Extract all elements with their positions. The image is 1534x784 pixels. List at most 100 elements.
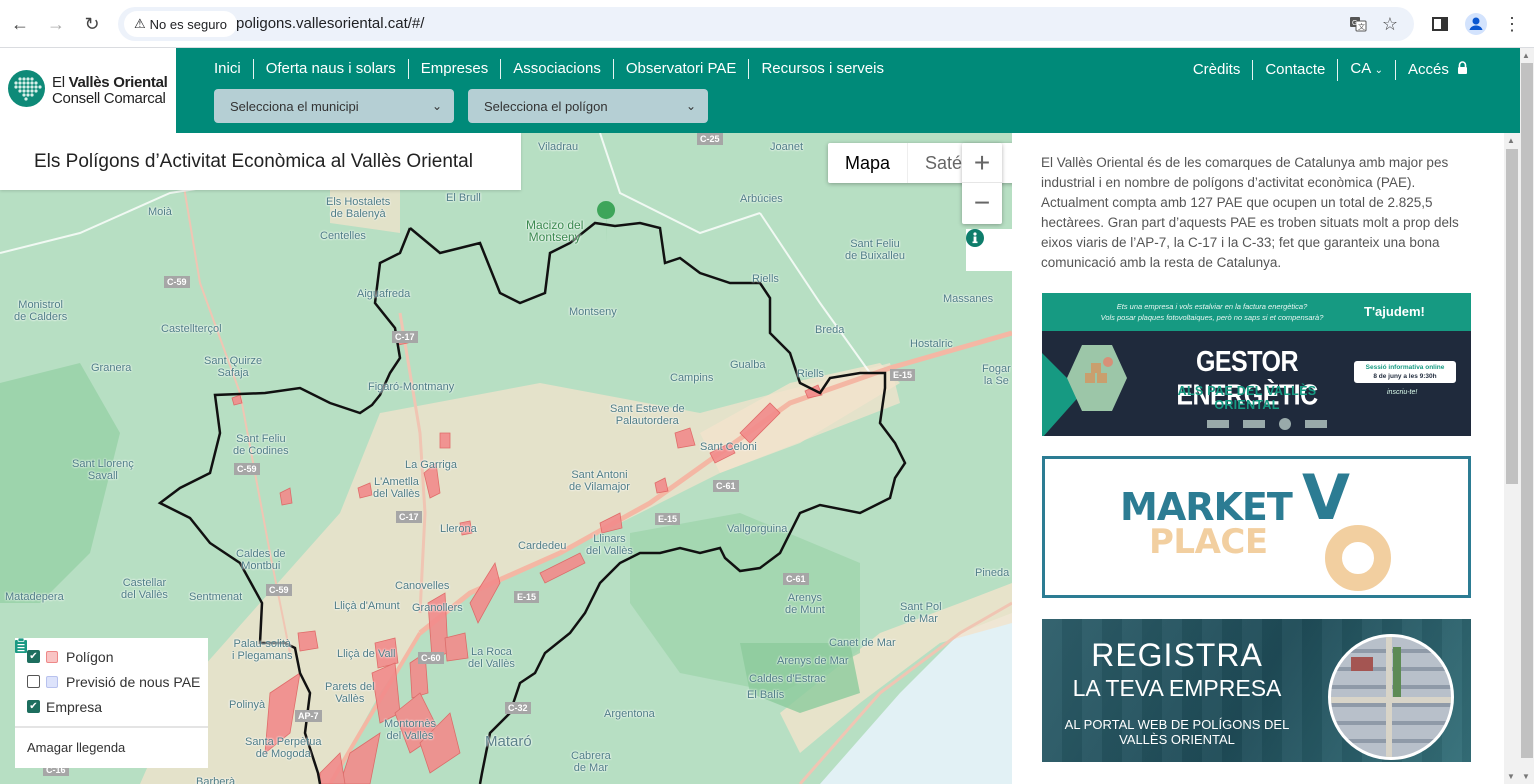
registra-empresa-banner[interactable]: REGISTRA LA TEVA EMPRESA AL PORTAL WEB D… — [1042, 619, 1471, 762]
local-road — [759, 212, 871, 374]
place-label: Breda — [815, 324, 845, 336]
poligon-select-value: Selecciona el polígon — [484, 98, 608, 114]
nav-access[interactable]: Accés — [1394, 60, 1480, 80]
banner3-line4: VALLÈS ORIENTAL — [1119, 732, 1235, 747]
kebab-menu-icon[interactable]: ⋮ — [1500, 12, 1524, 36]
place-label-line: Castellar — [122, 577, 167, 589]
svg-text:文: 文 — [1358, 22, 1365, 31]
poi-marker — [597, 201, 616, 243]
info-button[interactable] — [966, 229, 1012, 271]
forest-area — [0, 363, 120, 603]
scroll-down-icon[interactable]: ▼ — [1507, 772, 1515, 781]
legend-item-empresa[interactable]: ✔ Empresa — [15, 639, 208, 719]
secondary-menu: Crèdits Contacte CA ⌄ Accés — [1185, 59, 1480, 81]
panel-scrollbar[interactable]: ▲ ▼ — [1504, 133, 1520, 784]
scroll-up-icon[interactable]: ▲ — [1522, 51, 1530, 60]
reload-icon[interactable]: ↻ — [80, 12, 104, 36]
marketplace-banner[interactable]: MARKET PLACE V — [1042, 456, 1471, 598]
banner-questions: Ets una empresa i vols estalviar en la f… — [1082, 301, 1342, 323]
nav-recursos[interactable]: Recursos i serveis — [748, 59, 896, 79]
security-label: No es seguro — [149, 16, 227, 32]
scroll-up-icon[interactable]: ▲ — [1507, 136, 1515, 145]
place-label-line: Fogar — [982, 363, 1011, 375]
place-label: Montornès del Vallès — [384, 718, 436, 742]
hide-legend-button[interactable]: Amagar llegenda — [15, 638, 208, 766]
sponsor-logos — [1192, 418, 1342, 430]
checkbox-checked[interactable]: ✔ — [27, 650, 40, 663]
place-label-line: Monistrol — [18, 299, 63, 311]
place-label-line: Sant Antoni — [571, 469, 628, 481]
checkbox-checked[interactable]: ✔ — [27, 700, 40, 713]
banner3-subtitle: AL PORTAL WEB DE POLÍGONS DEL VALLÈS ORI… — [1042, 717, 1312, 747]
place-label-line: Parets del — [325, 681, 375, 693]
security-chip[interactable]: ⚠ No es seguro — [124, 11, 237, 37]
place-label: La Roca del Vallès — [468, 646, 515, 670]
place-label: Fogar la Se — [982, 363, 1011, 387]
place-label-line: de Mar — [573, 762, 608, 774]
info-panel: El Vallès Oriental és de les comarques d… — [1012, 133, 1504, 784]
profile-icon[interactable] — [1464, 12, 1488, 36]
scroll-down-icon[interactable]: ▼ — [1522, 772, 1530, 781]
gestor-energetic-banner[interactable]: Ets una empresa i vols estalviar en la f… — [1042, 293, 1471, 436]
zoom-out-button[interactable]: − — [962, 183, 1002, 223]
sidepanel-icon[interactable] — [1428, 12, 1452, 36]
star-icon[interactable]: ☆ — [1380, 14, 1400, 34]
page-scrollbar[interactable]: ▲ ▼ — [1520, 48, 1534, 784]
road-shield: C-25 — [697, 133, 723, 145]
local-road — [599, 133, 761, 235]
municipi-select[interactable]: Selecciona el municipi ⌄ — [214, 89, 454, 123]
poligon-select[interactable]: Selecciona el polígon ⌄ — [468, 89, 708, 123]
place-label: El Brull — [446, 192, 481, 204]
map-canvas[interactable]: Viladrau Joanet Moià Els Hostalets de Bal… — [0, 133, 1012, 784]
forward-icon[interactable]: → — [44, 12, 68, 36]
place-label: Mataró — [485, 733, 532, 750]
place-label: Cabrera de Mar — [571, 750, 611, 774]
place-label-line: Vallès — [335, 693, 365, 705]
logo[interactable]: El Vallès Oriental Consell Comarcal — [0, 48, 176, 133]
place-label-line: Cabrera — [571, 750, 611, 762]
nav-oferta[interactable]: Oferta naus i solars — [252, 59, 408, 79]
place-label: Viladrau — [538, 141, 579, 153]
translate-icon[interactable]: G文 — [1348, 14, 1368, 34]
place-label: Sant Pol de Mar — [900, 601, 942, 625]
road-shield: C-17 — [392, 331, 418, 343]
top-nav-bar: Inici Oferta naus i solars Empreses Asso… — [176, 48, 1520, 133]
forecast-swatch-icon — [46, 675, 58, 688]
place-label-line: de Calders — [14, 311, 68, 323]
banner3-line3: AL PORTAL WEB DE POLÍGONS DEL — [1064, 717, 1290, 732]
place-label-line: Montornès — [384, 718, 436, 730]
place-label-line: de Buixalleu — [845, 250, 905, 262]
nav-contact[interactable]: Contacte — [1252, 60, 1337, 80]
road-shield: C-59 — [266, 584, 292, 596]
place-label: Monistrol de Calders — [14, 299, 67, 323]
nav-associacions[interactable]: Associacions — [500, 59, 613, 79]
place-label-line: La Roca — [470, 646, 512, 658]
svg-text:G: G — [1352, 20, 1357, 27]
back-icon[interactable]: ← — [8, 12, 32, 36]
place-label: Sant Antoni de Vilamajor — [569, 469, 630, 493]
zoom-in-button[interactable]: + — [962, 143, 1002, 183]
place-label-line: Safaja — [217, 367, 249, 379]
nav-credits[interactable]: Crèdits — [1185, 60, 1253, 80]
language-selector[interactable]: CA ⌄ — [1337, 59, 1395, 81]
place-label-line: Sant Feliu — [236, 433, 286, 445]
place-label-line: Caldes de — [236, 548, 286, 560]
legend-item-poligon[interactable]: ✔ Polígon — [15, 644, 208, 669]
nav-empreses[interactable]: Empreses — [407, 59, 501, 79]
banner3-line1: REGISTRA — [1091, 637, 1263, 673]
legend-item-previsio[interactable]: Previsió de nous PAE — [15, 669, 208, 694]
url-text[interactable]: poligons.vallesoriental.cat/#/ — [236, 15, 424, 32]
session-date: 8 de juny a les 9:30h — [1373, 373, 1437, 380]
checkbox-unchecked[interactable] — [27, 675, 40, 688]
address-bar[interactable]: ⚠ No es seguro poligons.vallesoriental.c… — [118, 7, 1414, 41]
legend-label: Empresa — [46, 698, 103, 715]
map-type-map-button[interactable]: Mapa — [828, 143, 909, 183]
place-label-line: Els Hostalets — [326, 196, 391, 208]
place-label-line: Sant Pol — [900, 601, 942, 613]
place-label-line: Sant Feliu — [850, 238, 900, 250]
nav-observatori[interactable]: Observatori PAE — [612, 59, 749, 79]
nav-inici[interactable]: Inici — [206, 59, 253, 79]
place-label: Caldes de Montbui — [236, 548, 286, 572]
scrollbar-thumb[interactable] — [1521, 63, 1533, 758]
scrollbar-thumb[interactable] — [1506, 149, 1518, 484]
